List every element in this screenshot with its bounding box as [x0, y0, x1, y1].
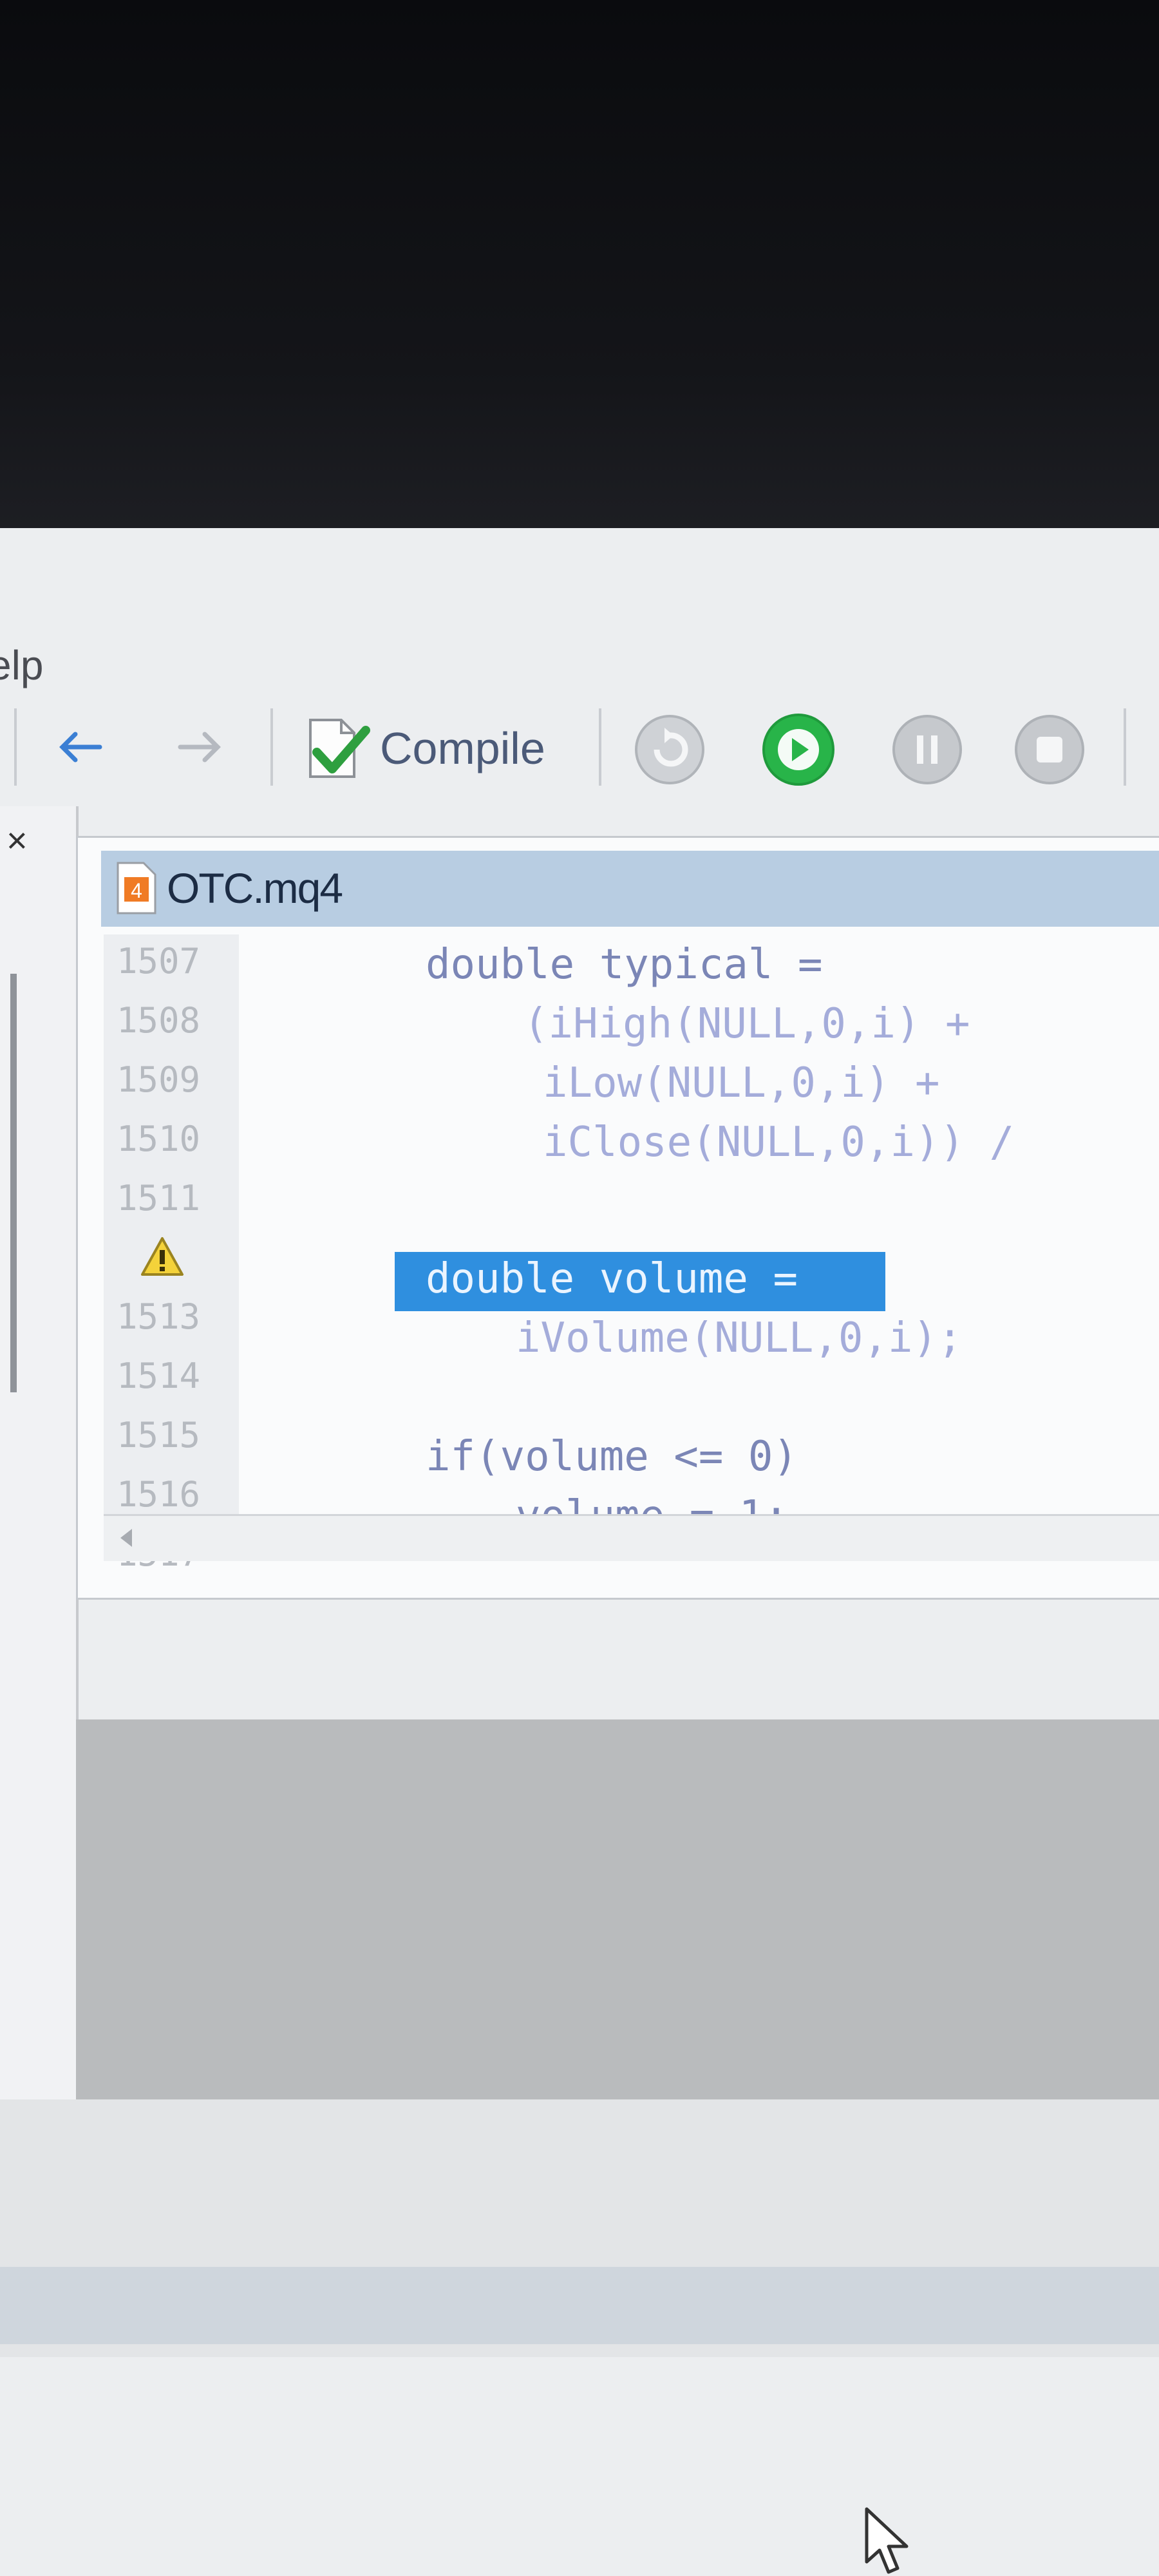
close-panel-button[interactable]: × [6, 819, 28, 861]
pause-icon [892, 715, 962, 784]
play-icon [762, 714, 834, 786]
line-number: 1507 [117, 941, 201, 981]
tab-title: OTC.mq4 [167, 864, 343, 912]
toolbar-separator [599, 708, 601, 786]
line-number: 1514 [117, 1356, 201, 1396]
code-line-1515[interactable]: if(volume <= 0) [426, 1433, 798, 1481]
horizontal-scrollbar[interactable] [104, 1514, 1159, 1561]
menu-help[interactable]: elp [0, 641, 43, 689]
line-number: 1510 [117, 1119, 201, 1159]
code-line-1508[interactable]: (iHigh(NULL,0,i) + [523, 1000, 970, 1048]
step-icon [635, 715, 704, 784]
warning-icon [141, 1237, 184, 1276]
start-button[interactable] [757, 711, 840, 788]
panel-scrollbar[interactable] [10, 974, 17, 1392]
compile-icon [309, 719, 370, 778]
line-number: 1516 [117, 1474, 201, 1515]
line-number: 1511 [117, 1178, 201, 1218]
stop-icon [1015, 715, 1084, 784]
code-line-1513[interactable]: iVolume(NULL,0,i); [516, 1314, 963, 1362]
compile-button[interactable]: Compile [301, 715, 545, 782]
compile-label: Compile [380, 723, 545, 773]
toolbar: Compile [0, 696, 1159, 799]
forward-button[interactable] [171, 721, 229, 773]
line-number: 1515 [117, 1415, 201, 1455]
scroll-left-icon [120, 1529, 132, 1547]
svg-text:4: 4 [131, 879, 142, 902]
arrow-right-icon [178, 732, 221, 762]
editor-tab-bar: 4 OTC.mq4 [101, 851, 1159, 927]
line-number: 1508 [117, 1000, 201, 1041]
navigator-panel: × [0, 806, 79, 2107]
back-button[interactable] [52, 721, 109, 773]
toolbar-separator [1124, 708, 1126, 786]
toolbar-separator [14, 708, 17, 786]
code-line-1509[interactable]: iLow(NULL,0,i) + [543, 1059, 940, 1107]
mq4-file-icon: 4 [117, 862, 156, 914]
background-dark [0, 0, 1159, 528]
mouse-cursor-icon [865, 2507, 909, 2574]
toolbar-separator [270, 708, 273, 786]
step-button[interactable] [628, 711, 711, 788]
arrow-left-icon [59, 732, 102, 762]
menu-bar: elp [0, 638, 1159, 696]
pause-button[interactable] [885, 711, 969, 788]
code-line-selected[interactable]: double volume = [426, 1255, 798, 1303]
stop-button[interactable] [1008, 711, 1091, 788]
code-line-1510[interactable]: iClose(NULL,0,i)) / [543, 1119, 1014, 1166]
line-number-gutter: 1507 1508 1509 1510 1511 1513 1514 1515 … [104, 934, 239, 1574]
code-line-1507[interactable]: double typical = [426, 941, 823, 989]
tab-otc-mq4[interactable]: 4 OTC.mq4 [114, 855, 343, 922]
line-number: 1513 [117, 1296, 201, 1337]
line-number: 1509 [117, 1059, 201, 1100]
status-bar [0, 2267, 1159, 2344]
code-editor: 4 OTC.mq4 1507 1508 1509 1510 1511 1513 … [76, 836, 1159, 1600]
